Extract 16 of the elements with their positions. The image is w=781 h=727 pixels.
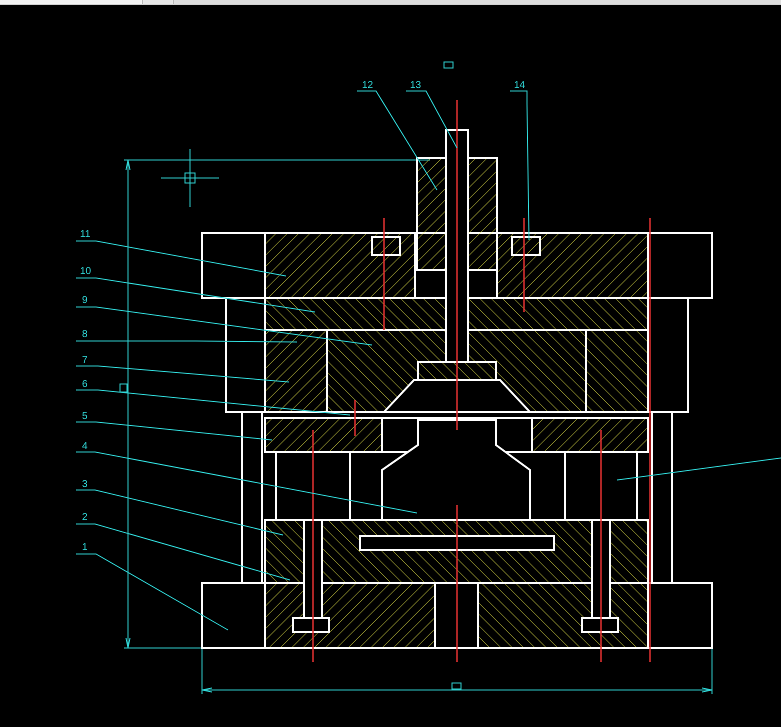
part-number-label: 3 (82, 479, 88, 490)
part-number-label: 2 (82, 512, 88, 523)
part-number-label: 9 (82, 295, 88, 306)
part-number-label: 11 (80, 229, 90, 240)
text-marker-icon (444, 62, 454, 68)
part-number-label: 6 (82, 379, 88, 390)
part-number-label: 12 (362, 80, 374, 91)
crosshair-cursor-icon (160, 148, 220, 208)
part-number-label: 5 (82, 411, 88, 422)
part-number-label: 1 (82, 542, 88, 553)
part-number-label: 13 (410, 80, 422, 91)
part-number-label: 14 (514, 80, 526, 91)
part-number-label: 4 (82, 441, 88, 452)
part-number-label: 10 (80, 266, 92, 277)
part-number-label: 8 (82, 329, 88, 340)
part-number-label: 7 (82, 355, 88, 366)
